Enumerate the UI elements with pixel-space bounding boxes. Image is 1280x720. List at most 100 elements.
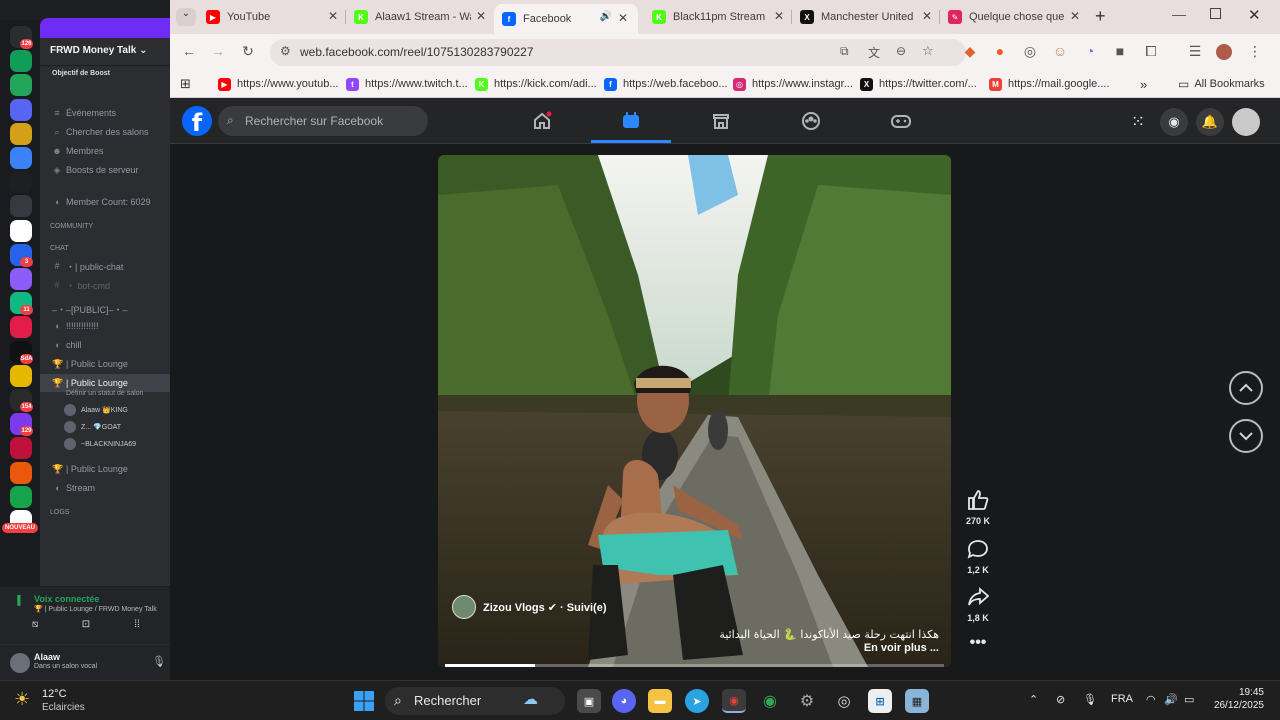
account-avatar[interactable] <box>1232 108 1260 136</box>
messenger-icon[interactable]: ◉ <box>1160 108 1188 136</box>
taskbar-search[interactable]: ⌕ Rechercher ☁ <box>385 687 565 715</box>
browser-tab[interactable]: ✎ Quelque chose que ✕ <box>942 6 1082 28</box>
like-button[interactable]: 270 K <box>960 490 996 526</box>
extension-icon[interactable]: ☺ <box>1051 43 1069 59</box>
server-icon[interactable] <box>10 219 32 242</box>
bookmark-item[interactable]: t https://www.twitch.t... <box>346 76 468 92</box>
camera-off-icon[interactable]: ⧅ <box>24 619 46 635</box>
telegram-icon[interactable]: ➤ <box>685 689 709 713</box>
more-options-icon[interactable]: ••• <box>960 634 996 652</box>
file-explorer-icon[interactable]: ▬ <box>648 689 672 713</box>
menu-grid-icon[interactable]: ⁙ <box>1124 108 1152 136</box>
comment-button[interactable]: 1,2 K <box>960 539 996 575</box>
wifi-icon[interactable]: ◠ <box>1146 693 1156 706</box>
settings-icon[interactable]: ⚙ <box>795 689 819 713</box>
channel-item[interactable]: 🏆 | Public Lounge <box>40 355 170 373</box>
boost-goal[interactable]: Objectif de Boost <box>40 66 170 84</box>
weather-icon[interactable]: ☀ <box>14 689 30 710</box>
video-icon[interactable] <box>619 109 643 133</box>
channel-item[interactable]: –・–[PUBLIC]–・– <box>40 300 170 318</box>
browser-tab[interactable]: K Alaaw1 Stream - Wa ✕ <box>348 6 488 28</box>
server-icon[interactable] <box>10 461 32 484</box>
next-reel-button[interactable] <box>1229 419 1263 453</box>
server-icon[interactable] <box>10 437 32 460</box>
minimize-button[interactable]: — <box>1172 6 1186 22</box>
server-icon[interactable] <box>10 195 32 218</box>
bookmark-item[interactable]: ▶ https://www.youtub... <box>218 76 339 92</box>
notifications-icon[interactable]: 🔔 <box>1196 108 1224 136</box>
close-tab-icon[interactable]: ✕ <box>474 9 488 23</box>
home-icon[interactable] <box>530 109 554 133</box>
channel-item[interactable]: # ・ bot-cmd <box>40 276 170 294</box>
server-icon[interactable] <box>10 485 32 508</box>
server-icon[interactable] <box>10 50 32 73</box>
category-community[interactable]: COMMUNITY <box>40 217 170 235</box>
server-icon[interactable] <box>10 147 32 169</box>
channel-item[interactable]: # ・| public-chat <box>40 257 170 275</box>
facebook-search-input[interactable]: ⌕ Rechercher sur Facebook <box>218 106 428 136</box>
chrome-app-icon-2[interactable]: ◉ <box>758 689 782 713</box>
menu-item[interactable]: ☻ Membres <box>40 142 170 160</box>
language-indicator[interactable]: FRA <box>1111 693 1133 705</box>
groups-icon[interactable] <box>799 109 823 133</box>
browser-tab[interactable]: 🔊 f Facebook ✕ <box>494 4 638 34</box>
activities-icon[interactable]: ⁞⁞ <box>126 619 148 635</box>
profile-avatar[interactable] <box>1216 44 1232 60</box>
reload-icon[interactable]: ↻ <box>239 43 257 60</box>
close-window-button[interactable]: ✕ <box>1248 6 1261 24</box>
server-icon[interactable] <box>10 364 32 387</box>
channel-item[interactable]: 🏆 | Public Lounge <box>40 460 170 478</box>
more-bookmarks-icon[interactable]: » <box>1140 76 1147 92</box>
network-off-icon[interactable]: ⊘ <box>1056 693 1065 706</box>
bookmark-item[interactable]: f https://web.faceboo... <box>604 76 728 92</box>
server-icon[interactable] <box>10 268 32 290</box>
bookmark-item[interactable]: Mhttps://mail.google.... <box>989 76 1110 92</box>
store-icon[interactable]: ⊞ <box>868 689 892 713</box>
menu-item[interactable]: ⌕ Chercher des salons <box>40 123 170 141</box>
avatar[interactable] <box>10 653 30 673</box>
marketplace-icon[interactable] <box>709 109 733 133</box>
media-controls-icon[interactable]: ☰ <box>1186 43 1204 60</box>
reel-progress-bar[interactable] <box>445 664 944 667</box>
tray-overflow-icon[interactable]: ⌃ <box>1029 693 1038 706</box>
close-tab-icon[interactable]: ✕ <box>326 9 340 23</box>
close-tab-icon[interactable]: ✕ <box>920 9 934 23</box>
server-icon[interactable] <box>10 316 32 339</box>
reel-video[interactable]: Zizou Vlogs ✔ · Suivi(e) هكذا انتهت رحلة… <box>438 155 951 667</box>
metamask-extension-icon[interactable]: ◆ <box>961 43 979 60</box>
new-tab-button[interactable]: + <box>1095 6 1106 27</box>
voice-user[interactable]: Alaaw 👑KING <box>64 402 168 418</box>
all-bookmarks[interactable]: ▭ All Bookmarks <box>1178 76 1265 92</box>
category-logs[interactable]: LOGS <box>40 503 170 521</box>
author-avatar[interactable] <box>452 595 476 619</box>
facebook-logo[interactable]: f <box>182 106 212 137</box>
server-icon[interactable] <box>10 98 32 121</box>
task-view-icon[interactable]: ▣ <box>577 689 601 713</box>
extension-icon[interactable]: ◔ <box>1081 43 1099 59</box>
back-icon[interactable]: ← <box>180 43 198 59</box>
extension-icon[interactable]: ◎ <box>1021 43 1039 60</box>
reel-author[interactable]: Zizou Vlogs ✔ · Suivi(e) <box>452 595 607 619</box>
bookmark-item[interactable]: Khttps://kick.com/adi... <box>475 76 597 92</box>
zoom-icon[interactable]: ⊖ <box>896 44 906 58</box>
browser-tab[interactable]: ▶ YouTube ✕ <box>200 6 340 28</box>
bookmark-item[interactable]: Xhttps://twitter.com/... <box>860 76 977 92</box>
microphone-tray-icon[interactable]: 🎙 <box>1083 693 1097 706</box>
see-more-link[interactable]: En voir plus ... <box>864 642 939 654</box>
audio-playing-icon[interactable]: 🔊 <box>600 11 612 22</box>
chrome-app-icon[interactable]: ◉ <box>722 689 746 713</box>
channel-item[interactable]: ◖ Stream <box>40 479 170 497</box>
close-tab-icon[interactable]: ✕ <box>616 11 630 25</box>
install-icon[interactable]: ⧉ <box>840 44 849 59</box>
extension-icon[interactable]: ● <box>991 43 1009 59</box>
obs-icon[interactable]: ◎ <box>832 689 856 713</box>
browser-tab[interactable]: X Manchester United ✕ <box>794 6 934 28</box>
clock[interactable]: 19:45 26/12/2025 <box>1214 687 1264 711</box>
category-chat[interactable]: CHAT <box>40 239 170 257</box>
channel-item[interactable]: ◖!!!!!!!!!!!!! <box>40 317 170 335</box>
menu-item[interactable]: ◈ Boosts de serveur <box>40 161 170 179</box>
address-bar[interactable]: ⚙ web.facebook.com/reel/1075130283790227… <box>270 39 966 66</box>
microphone-icon[interactable]: 🎙 <box>152 655 166 668</box>
calculator-icon[interactable]: ▦ <box>905 689 929 713</box>
apps-grid-icon[interactable]: ⊞ <box>180 76 191 92</box>
